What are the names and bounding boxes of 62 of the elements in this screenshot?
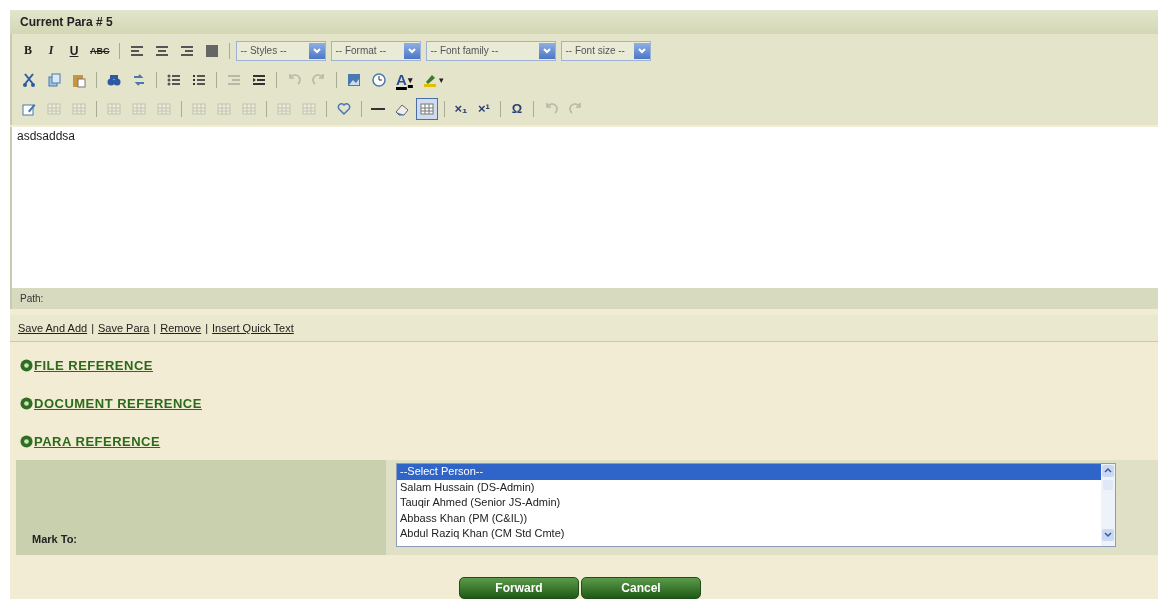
action-link[interactable]: Save And Add	[18, 321, 88, 334]
undo-icon	[543, 100, 559, 117]
toolbar-button[interactable]: U	[64, 39, 84, 62]
toolbar-button[interactable]: I	[41, 39, 61, 62]
path-label: Path:	[10, 287, 1158, 309]
copy-icon	[46, 71, 62, 88]
toolbar-button[interactable]: B	[18, 39, 38, 62]
undo-icon	[286, 71, 302, 88]
table-icon	[106, 100, 122, 117]
section-link[interactable]: PARA REFERENCE	[34, 434, 161, 450]
list-option[interactable]: Abdul Raziq Khan (CM Std Cmte)	[397, 526, 1101, 542]
replace-icon	[131, 71, 147, 88]
table-icon	[71, 100, 87, 117]
toolbar-button[interactable]: ABC	[87, 39, 113, 62]
toolbar-dropdown[interactable]: -- Font size --	[560, 40, 651, 61]
toolbar-button[interactable]: A▾	[393, 68, 416, 91]
link-separator: |	[91, 321, 94, 334]
link-separator: |	[205, 321, 209, 334]
table-icon	[216, 100, 232, 117]
cut-icon	[21, 71, 37, 88]
redo-icon	[568, 100, 584, 117]
section-link[interactable]: FILE REFERENCE	[34, 358, 153, 374]
scrollbar[interactable]	[1101, 464, 1115, 546]
list-option[interactable]: Salam Hussain (DS-Admin)	[397, 479, 1101, 495]
table-button[interactable]	[416, 97, 438, 120]
person-list[interactable]: --Select Person-- Salam Hussain (DS-Admin) Tauqir Ahmed (Senior JS-Admin) Abbass Khan (PM (C&IL)) Abdul Raziq Khan (CM Std Cmte)	[396, 463, 1116, 547]
table-icon	[419, 100, 435, 117]
list-option[interactable]: --Select Person--	[397, 464, 1101, 480]
bullet-icon	[20, 435, 33, 449]
clock-icon	[371, 71, 387, 88]
bullet-icon	[20, 397, 33, 411]
panel-title: Current Para # 5	[10, 10, 1158, 34]
action-link[interactable]: Save Para	[98, 321, 150, 334]
section-link[interactable]: DOCUMENT REFERENCE	[34, 396, 202, 412]
table-icon	[131, 100, 147, 117]
toolbar-dropdown[interactable]: -- Font family --	[425, 40, 556, 61]
horizontal-rule-icon	[371, 107, 385, 110]
table-icon	[46, 100, 62, 117]
list-option[interactable]: Abbass Khan (PM (C&IL))	[397, 510, 1101, 526]
highlighter-button[interactable]: ▾	[418, 68, 447, 91]
list-option[interactable]: Tauqir Ahmed (Senior JS-Admin)	[397, 495, 1101, 511]
form-button[interactable]: Cancel	[581, 577, 701, 599]
toolbar-button[interactable]: Ω	[507, 97, 527, 120]
table-icon	[156, 100, 172, 117]
toolbar-button[interactable]: ×₁	[451, 97, 471, 120]
toolbar-button[interactable]: ×¹	[474, 97, 494, 120]
form-button[interactable]: Forward	[459, 577, 579, 599]
redo-icon	[311, 71, 327, 88]
bullet-icon	[20, 359, 33, 373]
toolbar-dropdown[interactable]: -- Format --	[330, 40, 421, 61]
table-icon	[241, 100, 257, 117]
mark-to-label: Mark To:	[16, 460, 386, 555]
table-icon	[301, 100, 317, 117]
table-icon	[276, 100, 292, 117]
action-link[interactable]: Insert Quick Text	[212, 321, 294, 334]
heart-icon	[336, 100, 352, 117]
picture-icon	[346, 71, 362, 88]
link-separator: |	[153, 321, 157, 334]
text-editor[interactable]: asdsaddsa	[10, 127, 1158, 288]
toolbar-dropdown[interactable]: -- Styles --	[235, 40, 326, 61]
table-icon	[191, 100, 207, 117]
action-link[interactable]: Remove	[160, 321, 202, 334]
